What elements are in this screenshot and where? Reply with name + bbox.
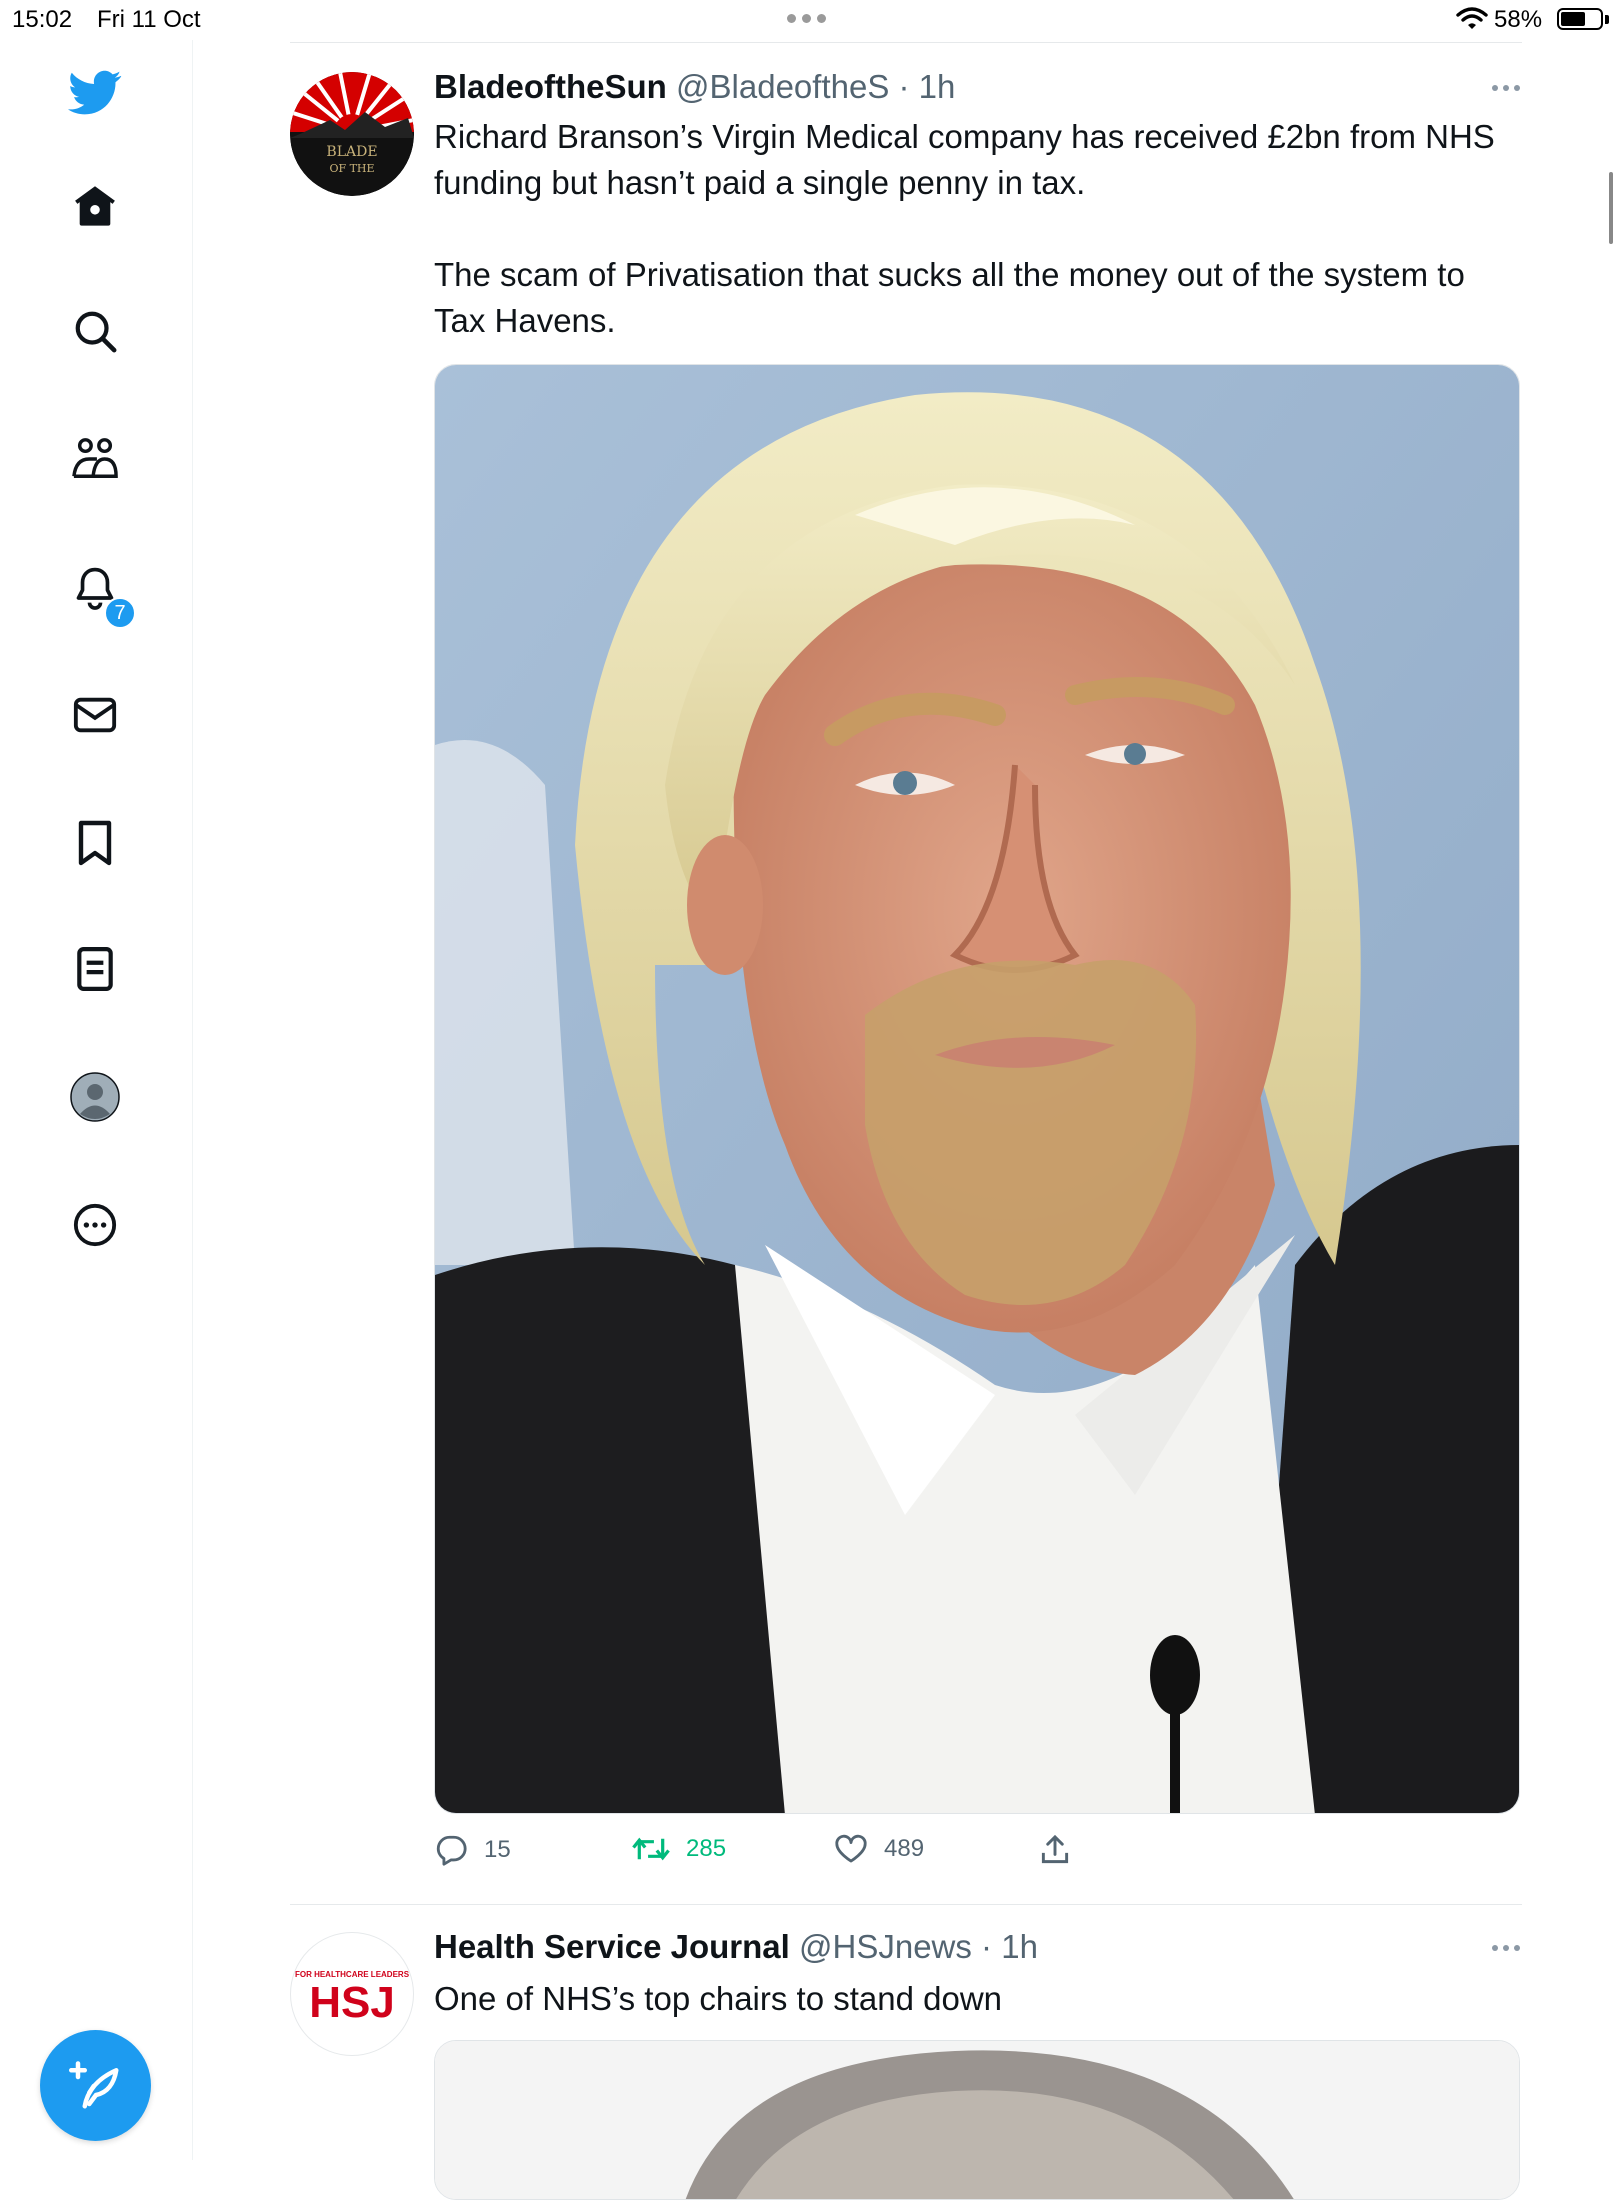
more-icon[interactable] bbox=[66, 1196, 124, 1254]
tweet-header: Health Service Journal @HSJnews · 1h bbox=[434, 1928, 1038, 1965]
search-icon[interactable] bbox=[66, 302, 124, 360]
reply-button[interactable]: 15 bbox=[434, 1834, 511, 1866]
feed-top-divider bbox=[290, 42, 1522, 43]
user-handle[interactable]: @BladeoftheS bbox=[676, 68, 889, 105]
retweet-count: 285 bbox=[686, 1835, 727, 1862]
display-name[interactable]: BladeoftheSun bbox=[434, 68, 667, 105]
status-bar: 15:02 Fri 11 Oct 58% bbox=[0, 0, 1620, 40]
bookmark-icon[interactable] bbox=[66, 814, 124, 872]
user-avatar[interactable]: FOR HEALTHCARE LEADERS HSJ bbox=[290, 1932, 414, 2056]
tweet-text: Richard Branson’s Virgin Medical company… bbox=[434, 118, 1495, 339]
hsj-logo-text: HSJ bbox=[309, 1978, 395, 2027]
like-count: 489 bbox=[884, 1835, 925, 1862]
notification-badge: 7 bbox=[104, 597, 136, 629]
tweet-time[interactable]: 1h bbox=[1001, 1928, 1038, 1965]
avatar-icon[interactable] bbox=[66, 1068, 124, 1126]
communities-icon[interactable] bbox=[66, 430, 124, 488]
tweet-header: BladeoftheSun @BladeoftheS · 1h bbox=[434, 68, 956, 105]
svg-text:BLADE: BLADE bbox=[326, 144, 377, 160]
tweet-photo[interactable] bbox=[434, 364, 1520, 1814]
home-icon[interactable] bbox=[66, 176, 124, 234]
tweet-photo[interactable] bbox=[434, 2040, 1520, 2200]
reply-icon bbox=[436, 1835, 467, 1866]
status-date: Fri 11 Oct bbox=[97, 6, 201, 33]
status-time: 15:02 bbox=[12, 6, 73, 33]
compose-tweet-button[interactable] bbox=[40, 2030, 151, 2141]
share-button[interactable] bbox=[1040, 1834, 1070, 1866]
display-name[interactable]: Health Service Journal bbox=[434, 1928, 790, 1965]
lists-icon[interactable] bbox=[66, 940, 124, 998]
user-handle[interactable]: @HSJnews bbox=[799, 1928, 972, 1965]
retweet-icon bbox=[632, 1837, 670, 1861]
tweet-divider bbox=[290, 1904, 1522, 1905]
heart-icon bbox=[835, 1834, 867, 1863]
tweet-more-icon[interactable] bbox=[1492, 1945, 1520, 1951]
tweet-text: One of NHS’s top chairs to stand down bbox=[434, 1980, 1003, 2017]
tweet-actions: 15 285 489 bbox=[434, 1834, 1534, 1874]
sidebar: 7 bbox=[0, 40, 193, 2160]
like-button[interactable]: 489 bbox=[834, 1834, 924, 1864]
retweet-button[interactable]: 285 bbox=[632, 1834, 726, 1864]
battery-icon bbox=[1557, 8, 1603, 30]
reply-count: 15 bbox=[484, 1836, 511, 1863]
user-avatar[interactable]: BLADE OF THE bbox=[290, 72, 414, 196]
wifi-icon bbox=[1456, 7, 1488, 29]
svg-text:OF THE: OF THE bbox=[329, 162, 374, 175]
scroll-indicator[interactable] bbox=[1609, 172, 1613, 244]
tweet-more-icon[interactable] bbox=[1492, 85, 1520, 91]
twitter-logo-icon[interactable] bbox=[66, 64, 124, 122]
mail-icon[interactable] bbox=[66, 686, 124, 744]
tweet-time[interactable]: 1h bbox=[919, 68, 956, 105]
feather-plus-icon bbox=[68, 2060, 118, 2108]
share-icon bbox=[1041, 1834, 1069, 1864]
battery-percent: 58% bbox=[1494, 6, 1543, 33]
multitasking-dots-icon[interactable] bbox=[787, 14, 826, 23]
